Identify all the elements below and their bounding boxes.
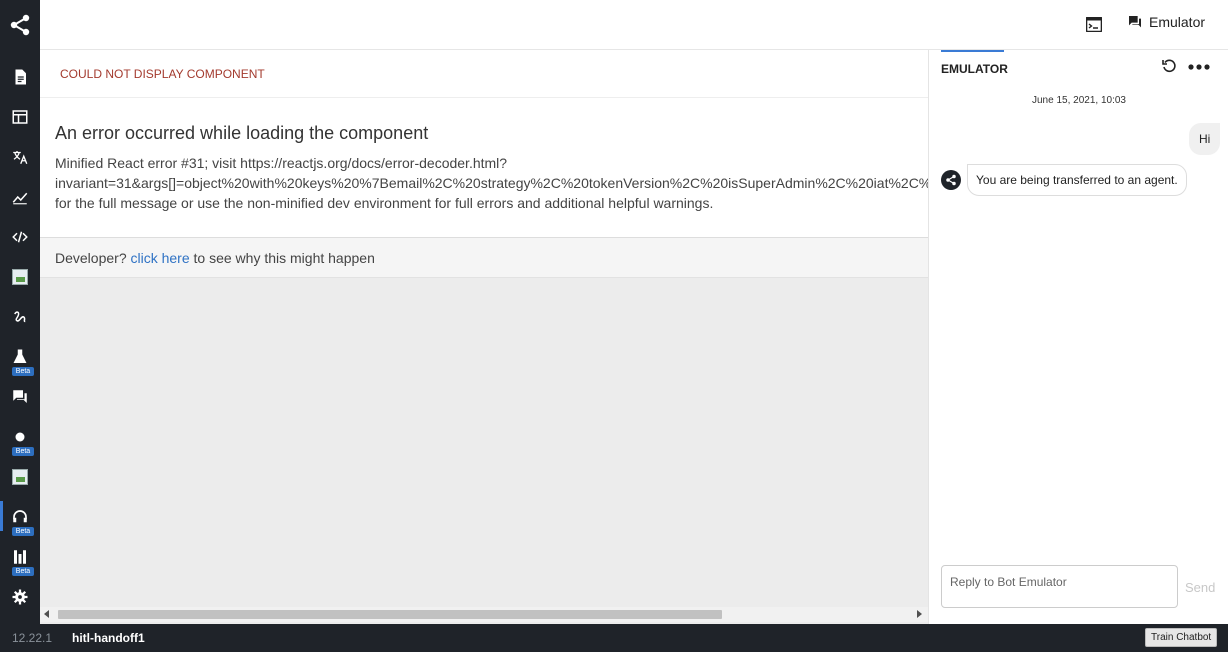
share-icon bbox=[946, 174, 956, 186]
sidebar-item-chat[interactable] bbox=[0, 381, 40, 413]
error-title: An error occurred while loading the comp… bbox=[55, 123, 429, 143]
developer-suffix: to see why this might happen bbox=[193, 250, 375, 266]
send-button[interactable]: Send bbox=[1185, 580, 1215, 595]
reply-input[interactable] bbox=[941, 565, 1178, 608]
code-icon bbox=[12, 231, 28, 243]
content-icon bbox=[15, 69, 26, 85]
gear-icon bbox=[12, 589, 28, 605]
tab-emulator-label: EMULATOR bbox=[941, 62, 1008, 76]
translate-icon bbox=[13, 151, 28, 165]
top-bar: Emulator bbox=[40, 0, 1228, 50]
sidebar-item-image-module-2[interactable] bbox=[0, 461, 40, 493]
sidebar-item-layout[interactable] bbox=[0, 101, 40, 133]
bot-message: You are being transferred to an agent. bbox=[967, 164, 1187, 196]
bot-avatar bbox=[941, 170, 961, 190]
layout-icon bbox=[12, 110, 28, 124]
terminal-icon[interactable] bbox=[1085, 16, 1103, 33]
emulator-panel: EMULATOR June 15, 2021, 10:03 Hi You are… bbox=[928, 50, 1228, 624]
emulator-label: Emulator bbox=[1149, 14, 1206, 30]
tab-emulator[interactable]: EMULATOR bbox=[941, 50, 1008, 84]
sidebar-item-image-module[interactable] bbox=[0, 261, 40, 293]
train-chatbot-button[interactable]: Train Chatbot bbox=[1145, 628, 1218, 647]
sidebar-item-code[interactable] bbox=[0, 221, 40, 253]
error-message: Minified React error #31; visit https://… bbox=[55, 153, 928, 213]
beta-badge: Beta bbox=[12, 447, 34, 456]
user-message: Hi bbox=[1189, 123, 1221, 155]
bot-name[interactable]: hitl-handoff1 bbox=[72, 631, 145, 645]
main-content: COULD NOT DISPLAY COMPONENT An error occ… bbox=[40, 50, 928, 624]
error-message-line: invariant=31&args[]=object%20with%20keys… bbox=[55, 175, 928, 191]
bars-icon bbox=[14, 550, 26, 564]
developer-hint-text: Developer? click here to see why this mi… bbox=[55, 250, 375, 266]
beta-badge: Beta bbox=[12, 527, 34, 536]
more-options-icon[interactable] bbox=[1187, 58, 1211, 76]
error-header: COULD NOT DISPLAY COMPONENT bbox=[40, 50, 928, 98]
error-message-line: Minified React error #31; visit https://… bbox=[55, 155, 508, 171]
error-header-text: COULD NOT DISPLAY COMPONENT bbox=[60, 67, 265, 81]
click-here-link[interactable]: click here bbox=[131, 250, 190, 266]
broken-image-icon bbox=[12, 469, 28, 485]
sidebar-item-flow[interactable] bbox=[0, 301, 40, 333]
scroll-right-arrow-icon[interactable] bbox=[917, 610, 922, 618]
flask-icon bbox=[13, 349, 27, 363]
scroll-left-arrow-icon[interactable] bbox=[44, 610, 49, 618]
reset-icon[interactable] bbox=[1161, 58, 1177, 74]
beta-badge: Beta bbox=[12, 367, 34, 376]
beta-badge: Beta bbox=[12, 567, 34, 576]
error-body: An error occurred while loading the comp… bbox=[40, 98, 928, 238]
sidebar-item-content[interactable] bbox=[0, 61, 40, 93]
analytics-icon bbox=[12, 192, 28, 205]
emulator-toggle-button[interactable]: Emulator bbox=[1127, 14, 1205, 30]
headset-icon bbox=[13, 510, 27, 523]
sidebar: Beta Beta Beta Beta bbox=[0, 0, 40, 624]
chat-icon bbox=[1129, 16, 1141, 28]
version-label: 12.22.1 bbox=[12, 631, 53, 645]
error-message-line: for the full message or use the non-mini… bbox=[55, 195, 714, 211]
broken-image-icon bbox=[12, 269, 28, 285]
developer-prefix: Developer? bbox=[55, 250, 127, 266]
status-bar: 12.22.1 hitl-handoff1 Train Chatbot bbox=[0, 624, 1228, 652]
sidebar-item-settings[interactable] bbox=[0, 581, 40, 613]
scrollbar-thumb[interactable] bbox=[58, 610, 722, 619]
dot-icon bbox=[15, 432, 25, 442]
share-logo-icon[interactable] bbox=[8, 13, 32, 37]
chat-icon bbox=[13, 390, 27, 403]
flow-icon bbox=[14, 311, 26, 323]
conversation-date: June 15, 2021, 10:03 bbox=[1032, 95, 1126, 106]
horizontal-scrollbar[interactable] bbox=[40, 607, 928, 622]
developer-hint: Developer? click here to see why this mi… bbox=[40, 238, 928, 278]
sidebar-item-translate[interactable] bbox=[0, 141, 40, 173]
sidebar-item-analytics[interactable] bbox=[0, 181, 40, 213]
